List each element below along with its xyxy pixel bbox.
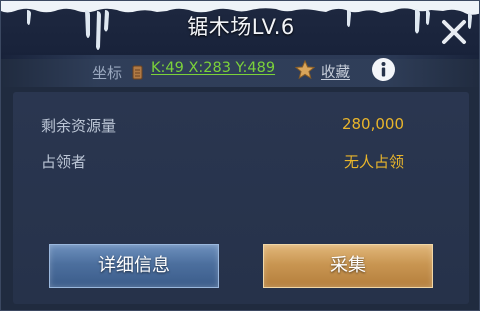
remaining-resource-value: 280,000 bbox=[341, 115, 404, 133]
detail-button[interactable]: 详细信息 bbox=[49, 244, 219, 288]
coordinate-label: 坐标 bbox=[92, 64, 123, 82]
dialog-title: 锯木场LV.6 bbox=[187, 15, 295, 39]
occupant-value: 无人占领 bbox=[343, 153, 404, 171]
star-icon[interactable] bbox=[295, 60, 315, 80]
close-icon[interactable] bbox=[438, 16, 470, 48]
favorite-link[interactable]: 收藏 bbox=[321, 61, 350, 82]
gather-button[interactable]: 采集 bbox=[263, 244, 433, 288]
info-icon[interactable] bbox=[371, 57, 396, 82]
coordinate-link[interactable]: K:49 X:283 Y:489 bbox=[151, 60, 275, 76]
remaining-resource-label: 剩余资源量 bbox=[41, 117, 117, 135]
scroll-icon bbox=[132, 65, 143, 80]
resource-dialog: 锯木场LV.6 坐标 K:49 X:283 Y:489 收藏 剩余资源量 280… bbox=[0, 0, 480, 311]
title-bar: 锯木场LV.6 bbox=[1, 1, 479, 59]
occupant-label: 占领者 bbox=[41, 153, 87, 171]
